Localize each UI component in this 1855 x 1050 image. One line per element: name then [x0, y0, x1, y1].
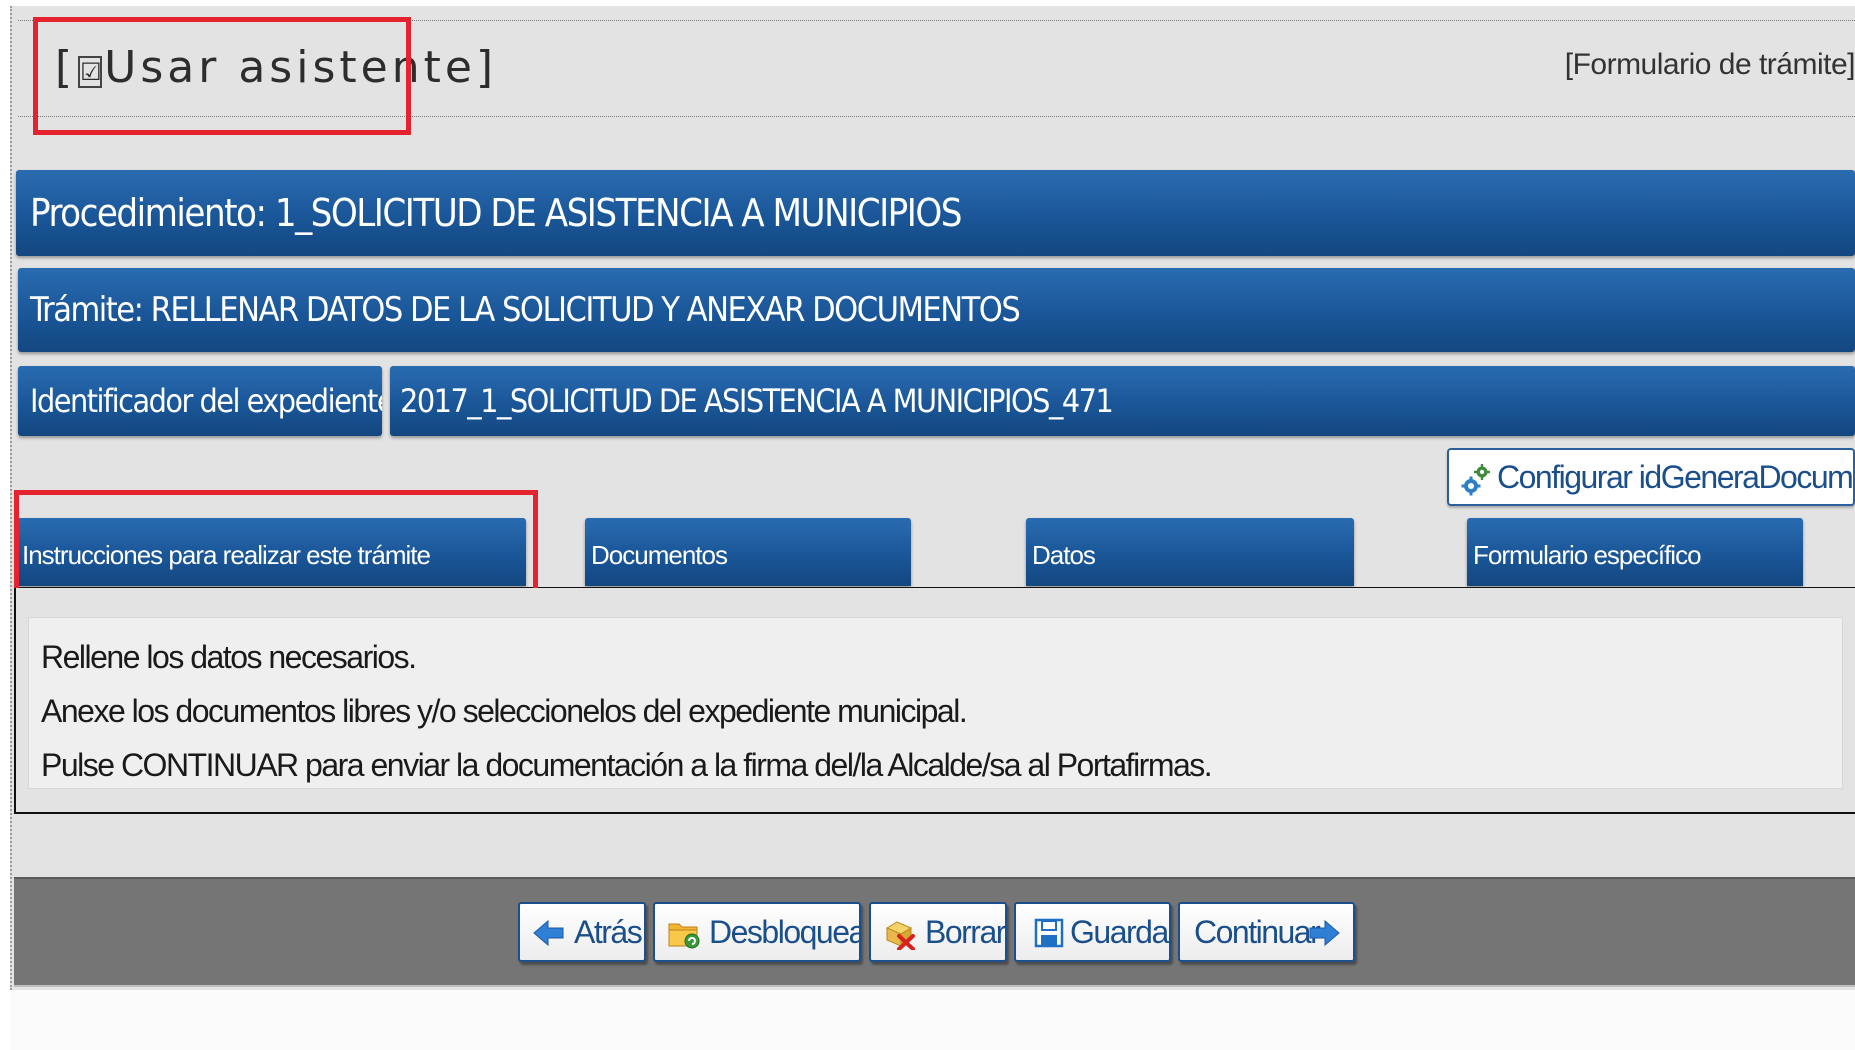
record-id-value: 2017_1_SOLICITUD DE ASISTENCIA A MUNICIP… — [390, 366, 1855, 436]
arrow-left-icon — [533, 919, 564, 947]
wizard-label: Usar asistente — [104, 42, 476, 93]
wizard-bracket-open: [ — [55, 42, 77, 93]
page: [☑Usar asistente] [Formulario de trámite… — [0, 0, 1855, 1050]
instruction-line: Rellene los datos necesarios. — [41, 639, 417, 675]
instruction-line: Anexe los documentos libres y/o seleccio… — [41, 693, 968, 729]
use-wizard-toggle[interactable]: [☑Usar asistente] — [55, 42, 497, 94]
wizard-checkbox[interactable]: ☑ — [78, 56, 103, 88]
unlock-button[interactable]: Desbloquear — [653, 902, 861, 962]
wizard-bracket-close: ] — [475, 42, 498, 93]
gears-icon — [1461, 464, 1490, 496]
tab-instructions[interactable]: Instrucciones para realizar este trámite — [16, 518, 526, 586]
save-label: Guardar — [1070, 914, 1171, 950]
instructions-box: Rellene los datos necesarios. Anexe los … — [28, 617, 1843, 789]
instruction-line: Pulse CONTINUAR para enviar la documenta… — [41, 747, 1213, 783]
delete-label: Borrar — [925, 914, 1005, 950]
tab-specific-form[interactable]: Formulario específico — [1467, 518, 1803, 586]
record-id-label: Identificador del expediente: — [18, 366, 382, 436]
tab-documents[interactable]: Documentos — [585, 518, 911, 586]
unlock-label: Desbloquear — [709, 914, 861, 950]
continue-label: Continuar — [1194, 914, 1321, 950]
delete-button[interactable]: Borrar — [869, 902, 1007, 962]
top-divider — [18, 20, 1855, 21]
save-icon — [1034, 918, 1064, 948]
back-button[interactable]: Atrás — [518, 902, 646, 962]
delete-icon — [885, 921, 915, 950]
save-button[interactable]: Guardar — [1014, 902, 1171, 962]
header-divider — [18, 116, 1855, 117]
configure-document-label: Configurar idGeneraDocumento — [1497, 459, 1853, 495]
task-title: Trámite: RELLENAR DATOS DE LA SOLICITUD … — [18, 268, 1855, 352]
form-link[interactable]: [Formulario de trámite] — [1565, 48, 1855, 82]
back-label: Atrás — [574, 914, 643, 950]
configure-document-button[interactable]: Configurar idGeneraDocumento — [1447, 448, 1855, 506]
footer-area — [10, 990, 1855, 1050]
arrow-right-icon — [1309, 919, 1340, 947]
continue-button[interactable]: Continuar — [1178, 902, 1355, 962]
folder-unlock-icon — [668, 923, 700, 949]
tab-data[interactable]: Datos — [1026, 518, 1354, 586]
procedure-title: Procedimiento: 1_SOLICITUD DE ASISTENCIA… — [16, 170, 1855, 256]
